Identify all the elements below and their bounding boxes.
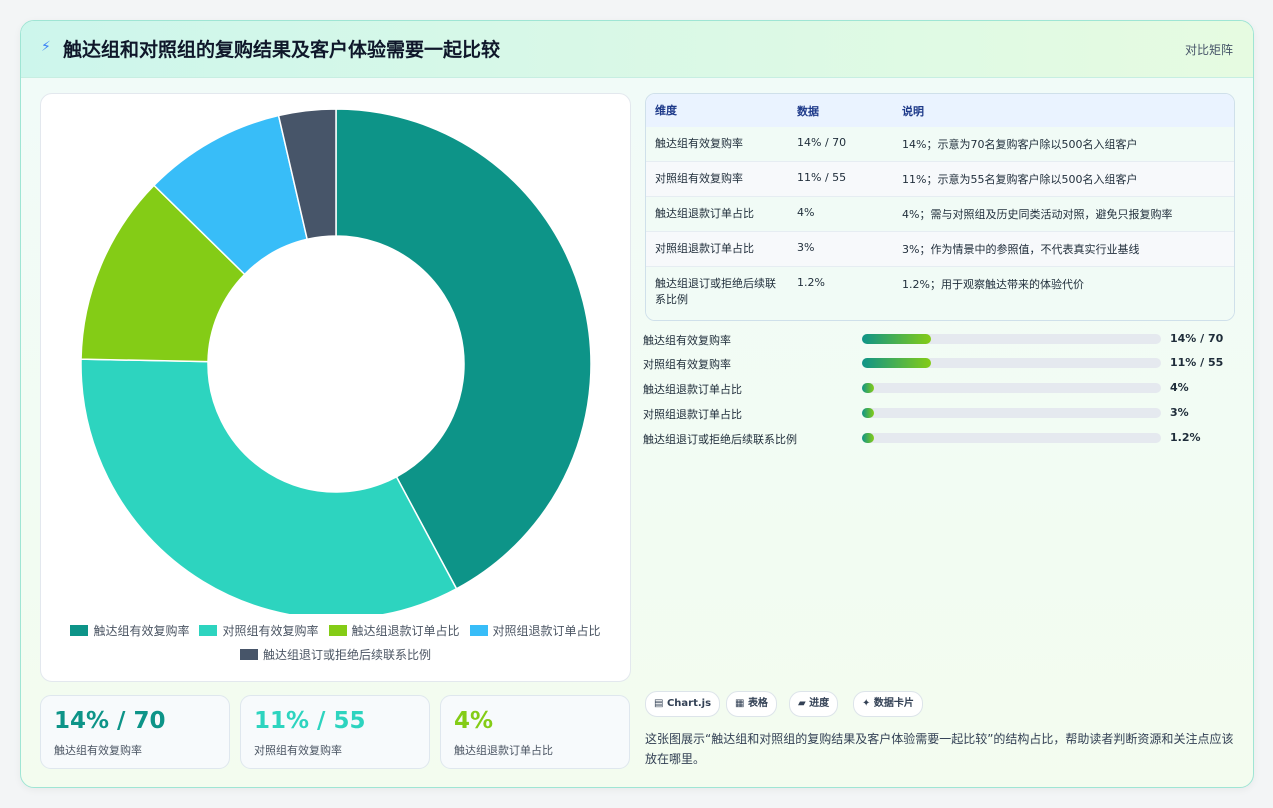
progress-value: 4% xyxy=(1170,381,1189,394)
table-cell: 1.2%；用于观察触达带来的体验代价 xyxy=(902,278,1084,291)
table-cell: 对照组退款订单占比 xyxy=(655,242,754,255)
legend-label: 触达组有效复购率 xyxy=(93,623,190,638)
table-row: 触达组有效复购率 14% / 70 14%；示意为70名复购客户除以500名入组… xyxy=(646,127,1234,162)
legend-item[interactable]: 对照组退款订单占比 xyxy=(469,622,601,638)
table-cell: 3%；作为情景中的参照值，不代表真实行业基线 xyxy=(902,243,1140,256)
data-card-chip[interactable]: ✦ 数据卡片 xyxy=(853,691,923,717)
legend-item[interactable]: 对照组有效复购率 xyxy=(199,622,319,638)
table-header-row: 维度 数据 说明 xyxy=(646,94,1234,128)
progress-fill xyxy=(862,383,874,393)
table-header-cell: 数据 xyxy=(797,105,819,118)
table-cell: 11%；示意为55名复购客户除以500名入组客户 xyxy=(902,173,1138,186)
kpi-value: 4% xyxy=(454,708,494,734)
progress-value: 1.2% xyxy=(1170,431,1201,444)
progress-value: 11% / 55 xyxy=(1170,356,1224,369)
table-row: 触达组退订或拒绝后续联系比例 1.2% 1.2%；用于观察触达带来的体验代价 xyxy=(646,267,1234,320)
progress-fill xyxy=(862,358,931,368)
donut-chart-panel: 触达组有效复购率 对照组有效复购率 触达组退款订单占比 对照组退款订单占比触达组退订或… xyxy=(40,93,631,682)
legend-item[interactable]: 触达组退订或拒绝后续联系比例 xyxy=(239,646,431,662)
donut-chart xyxy=(80,108,592,614)
table-row: 对照组有效复购率 11% / 55 11%；示意为55名复购客户除以500名入组… xyxy=(646,162,1234,197)
kpi-card: 11% / 55 对照组有效复购率 xyxy=(240,695,430,769)
progress-track xyxy=(862,383,1161,393)
kpi-label: 对照组有效复购率 xyxy=(254,744,342,757)
data-table: 维度 数据 说明 触达组有效复购率 14% / 70 14%；示意为70名复购客… xyxy=(645,93,1235,321)
chip-label: Chart.js xyxy=(666,698,712,709)
table-cell: 触达组退款订单占比 xyxy=(655,207,754,220)
legend-swatch xyxy=(239,648,258,660)
table-cell: 触达组有效复购率 xyxy=(655,137,743,150)
progress-value: 14% / 70 xyxy=(1170,332,1224,345)
legend-label: 触达组退订或拒绝后续联系比例 xyxy=(262,647,431,662)
progress-track xyxy=(862,433,1161,443)
legend-label: 对照组退款订单占比 xyxy=(492,623,601,638)
legend-swatch xyxy=(70,624,89,636)
kpi-card: 14% / 70 触达组有效复购率 xyxy=(40,695,230,769)
table-cell: 14%；示意为70名复购客户除以500名入组客户 xyxy=(902,138,1138,151)
kpi-card: 4% 触达组退款订单占比 xyxy=(440,695,630,769)
chart-icon: ▤ xyxy=(654,698,667,709)
progress-row: 触达组有效复购率 14% / 70 xyxy=(643,331,1233,349)
progress-fill xyxy=(862,334,931,344)
bolt-icon: ⚡ xyxy=(41,39,51,55)
table-chip[interactable]: ▦ 表格 xyxy=(726,691,777,717)
kpi-value: 11% / 55 xyxy=(254,708,366,734)
header-bar: ⚡ 触达组和对照组的复购结果及客户体验需要一起比较 对比矩阵 xyxy=(21,21,1253,78)
view-tag[interactable]: 对比矩阵 xyxy=(1185,41,1233,58)
table-icon: ▦ xyxy=(735,698,748,709)
table-cell: 对照组有效复购率 xyxy=(655,172,743,185)
table-cell: 11% / 55 xyxy=(797,171,847,184)
progress-label: 对照组退款订单占比 xyxy=(643,408,742,421)
table-cell: 3% xyxy=(797,241,815,254)
report-card: ⚡ 触达组和对照组的复购结果及客户体验需要一起比较 对比矩阵 触达组有效复购率对… xyxy=(20,20,1254,788)
table-row: 对照组退款订单占比 3% 3%；作为情景中的参照值，不代表真实行业基线 xyxy=(646,232,1234,267)
kpi-value: 14% / 70 xyxy=(54,708,166,734)
table-header-cell: 说明 xyxy=(902,105,924,118)
progress-row: 对照组退款订单占比 3% xyxy=(643,405,1233,423)
progress-fill xyxy=(862,408,874,418)
table-cell: 触达组退订或拒绝后续联系比例 xyxy=(655,277,776,306)
progress-row: 触达组退订或拒绝后续联系比例 1.2% xyxy=(643,430,1233,448)
chart-js-chip[interactable]: ▤ Chart.js xyxy=(645,691,721,717)
progress-track xyxy=(862,358,1161,368)
legend-label: 触达组退款订单占比 xyxy=(351,623,460,638)
legend-swatch xyxy=(469,624,488,636)
progress-chip[interactable]: ▰ 进度 xyxy=(789,691,839,717)
progress-icon: ▰ xyxy=(798,698,810,709)
table-cell: 4% xyxy=(797,206,815,219)
progress-label: 触达组退订或拒绝后续联系比例 xyxy=(643,433,797,446)
table-row: 触达组退款订单占比 4% 4%；需与对照组及历史同类活动对照，避免只报复购率 xyxy=(646,197,1234,232)
page-title: 触达组和对照组的复购结果及客户体验需要一起比较 xyxy=(63,39,501,61)
kpi-label: 触达组退款订单占比 xyxy=(454,744,553,757)
table-header-cell: 维度 xyxy=(655,104,677,117)
kpi-label: 触达组有效复购率 xyxy=(54,744,142,757)
sparkle-icon: ✦ xyxy=(862,698,874,709)
progress-row: 触达组退款订单占比 4% xyxy=(643,380,1233,398)
legend-label: 对照组有效复购率 xyxy=(222,623,319,638)
chip-label: 数据卡片 xyxy=(873,698,914,709)
progress-label: 触达组有效复购率 xyxy=(643,334,731,347)
summary-text: 这张图展示“触达组和对照组的复购结果及客户体验需要一起比较”的结构占比，帮助读者… xyxy=(645,732,1234,766)
progress-label: 触达组退款订单占比 xyxy=(643,383,742,396)
progress-row: 对照组有效复购率 11% / 55 xyxy=(643,355,1233,373)
donut-slice[interactable] xyxy=(80,358,458,614)
chart-legend: 触达组有效复购率 对照组有效复购率 触达组退款订单占比 对照组退款订单占比触达组退订或… xyxy=(51,622,620,662)
progress-track xyxy=(862,408,1161,418)
table-cell: 14% / 70 xyxy=(797,136,847,149)
legend-swatch xyxy=(328,624,347,636)
chip-label: 进度 xyxy=(809,698,830,709)
progress-fill xyxy=(862,433,874,443)
progress-value: 3% xyxy=(1170,406,1189,419)
legend-item[interactable]: 触达组有效复购率 xyxy=(70,622,189,638)
table-cell: 1.2% xyxy=(797,276,825,289)
table-cell: 4%；需与对照组及历史同类活动对照，避免只报复购率 xyxy=(902,208,1173,221)
legend-item[interactable]: 触达组退款订单占比 xyxy=(328,622,460,638)
progress-label: 对照组有效复购率 xyxy=(643,358,731,371)
legend-swatch xyxy=(199,624,218,636)
progress-track xyxy=(862,334,1161,344)
chip-label: 表格 xyxy=(747,698,768,709)
